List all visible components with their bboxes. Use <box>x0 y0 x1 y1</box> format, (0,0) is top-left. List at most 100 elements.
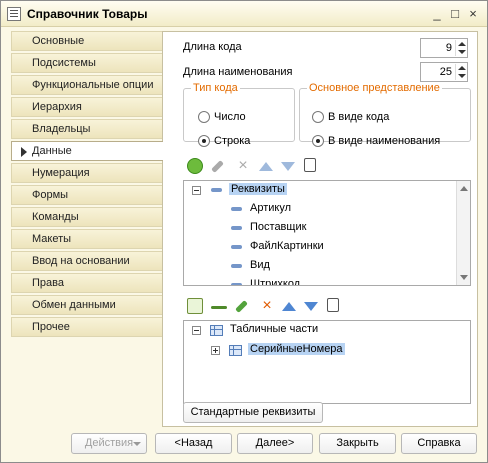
code-type-group: Тип кода Число Строка <box>183 82 295 147</box>
spin-up-icon[interactable] <box>458 66 466 70</box>
tab-input-based-on[interactable]: Ввод на основании <box>11 251 163 271</box>
tab-label: Обмен данными <box>32 299 116 311</box>
tab-label: Данные <box>32 145 72 157</box>
node-label: Вид <box>250 259 270 271</box>
main-presentation-group: Основное представление В виде кода В вид… <box>299 82 471 147</box>
attribute-icon <box>211 188 222 192</box>
tabular-sections-tree[interactable]: Табличные части СерийныеНомера <box>183 320 471 404</box>
delete-icon[interactable]: × <box>259 298 275 314</box>
close-button[interactable]: Закрыть <box>319 433 396 454</box>
move-down-icon[interactable] <box>281 162 295 171</box>
attributes-tree[interactable]: Реквизиты Артикул Поставщик ФайлКартинки… <box>183 180 471 286</box>
attribute-icon <box>231 264 242 268</box>
add-attribute-icon[interactable] <box>211 306 227 309</box>
radio-circle[interactable] <box>198 135 210 147</box>
edit-icon[interactable] <box>235 300 248 313</box>
radio-label: Строка <box>214 135 251 147</box>
help-button[interactable]: Справка <box>401 433 477 454</box>
tab-label: Основные <box>32 35 85 47</box>
standard-attributes-button[interactable]: Стандартные реквизиты <box>183 402 323 423</box>
name-length-spinner[interactable]: 25 <box>420 62 468 82</box>
tab-other[interactable]: Прочее <box>11 317 163 337</box>
actions-label: Действия <box>84 437 134 449</box>
add-icon[interactable] <box>187 158 203 174</box>
back-button[interactable]: <Назад <box>155 433 232 454</box>
tab-label: Макеты <box>32 233 72 245</box>
table-icon <box>210 325 223 336</box>
list-icon[interactable] <box>304 158 316 172</box>
code-type-legend: Тип кода <box>193 82 238 94</box>
radio-circle[interactable] <box>198 111 210 123</box>
tab-numbering[interactable]: Нумерация <box>11 163 163 183</box>
radio-circle[interactable] <box>312 111 324 123</box>
tab-data-exchange[interactable]: Обмен данными <box>11 295 163 315</box>
catalog-window-icon <box>7 7 21 21</box>
catalog-window: Справочник Товары _ □ × Основные Подсист… <box>0 0 488 463</box>
radio-label: В виде кода <box>328 111 390 123</box>
tab-hierarchy[interactable]: Иерархия <box>11 97 163 117</box>
tab-functional-options[interactable]: Функциональные опции <box>11 75 163 95</box>
next-button[interactable]: Далее> <box>237 433 313 454</box>
collapse-icon[interactable] <box>192 186 201 195</box>
tab-label: Команды <box>32 211 79 223</box>
tab-label: Формы <box>32 189 69 201</box>
actions-button[interactable]: Действия <box>71 433 147 454</box>
spin-down-icon[interactable] <box>458 50 466 54</box>
node-label: Штрихкод <box>250 278 301 286</box>
move-up-icon[interactable] <box>282 302 296 311</box>
node-label: Реквизиты <box>229 183 287 195</box>
edit-icon[interactable] <box>211 160 224 173</box>
tab-label: Прочее <box>32 321 70 333</box>
tab-rights[interactable]: Права <box>11 273 163 293</box>
tab-subsystems[interactable]: Подсистемы <box>11 53 163 73</box>
spin-up-icon[interactable] <box>458 42 466 46</box>
scroll-down-icon[interactable] <box>460 275 468 280</box>
code-length-value: 9 <box>445 42 452 54</box>
node-label: Поставщик <box>250 221 307 233</box>
tab-commands[interactable]: Команды <box>11 207 163 227</box>
scroll-up-icon[interactable] <box>460 186 468 191</box>
spin-down-icon[interactable] <box>458 74 466 78</box>
table-icon <box>229 345 242 356</box>
attribute-icon <box>231 245 242 249</box>
expand-icon[interactable] <box>211 346 220 355</box>
attribute-icon <box>231 283 242 285</box>
spin-buttons[interactable] <box>455 64 466 80</box>
tab-owners[interactable]: Владельцы <box>11 119 163 139</box>
tab-data[interactable]: Данные <box>11 141 163 161</box>
spin-buttons[interactable] <box>455 40 466 56</box>
tab-templates[interactable]: Макеты <box>11 229 163 249</box>
section-tabs: Основные Подсистемы Функциональные опции… <box>11 31 163 345</box>
data-tab-panel: Длина кода 9 Длина наименования 25 Тип к… <box>162 31 478 427</box>
name-length-value: 25 <box>439 66 452 78</box>
attributes-scrollbar[interactable] <box>456 181 470 285</box>
code-length-label: Длина кода <box>183 41 242 53</box>
code-length-spinner[interactable]: 9 <box>420 38 468 58</box>
name-length-label: Длина наименования <box>183 66 293 78</box>
node-label: ФайлКартинки <box>250 240 324 252</box>
move-down-icon[interactable] <box>304 302 318 311</box>
tab-forms[interactable]: Формы <box>11 185 163 205</box>
title-bar: Справочник Товары _ □ × <box>1 1 487 27</box>
tab-label: Функциональные опции <box>32 79 154 91</box>
maximize-icon[interactable]: □ <box>447 6 463 22</box>
add-table-icon[interactable] <box>187 298 203 314</box>
list-icon[interactable] <box>327 298 339 312</box>
delete-icon[interactable]: × <box>235 158 251 174</box>
minimize-icon[interactable]: _ <box>429 6 445 22</box>
move-up-icon[interactable] <box>259 162 273 171</box>
tab-label: Иерархия <box>32 101 82 113</box>
tabular-toolbar: × <box>187 298 347 320</box>
attributes-toolbar: × <box>187 158 317 180</box>
radio-circle[interactable] <box>312 135 324 147</box>
close-icon[interactable]: × <box>465 6 481 22</box>
tab-label: Подсистемы <box>32 57 96 69</box>
tab-label: Владельцы <box>32 123 91 135</box>
collapse-icon[interactable] <box>192 326 201 335</box>
chevron-down-icon <box>133 442 141 446</box>
node-label: Табличные части <box>230 323 319 335</box>
tab-label: Права <box>32 277 64 289</box>
tab-basic[interactable]: Основные <box>11 31 163 51</box>
attribute-icon <box>231 207 242 211</box>
node-label: СерийныеНомера <box>248 343 345 355</box>
